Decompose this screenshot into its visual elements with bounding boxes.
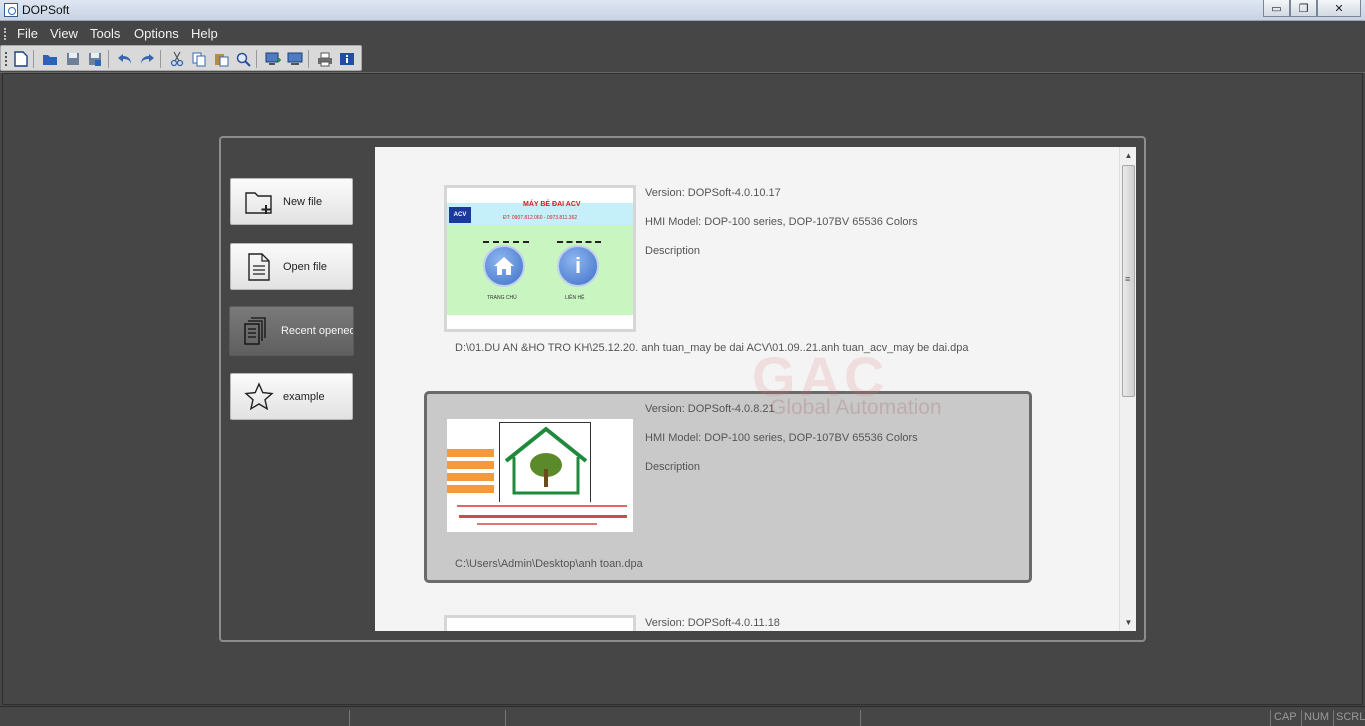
project-thumbnail[interactable] [444,615,636,631]
status-bar: CAP NUM SCRL [0,706,1365,726]
open-file-label: Open file [283,260,328,273]
example-button[interactable]: example [230,373,353,420]
project-thumbnail[interactable] [444,401,636,548]
menu-bar: File View Tools Options Help [0,22,1365,45]
close-icon: ✕ [1334,2,1344,15]
menu-tools[interactable]: Tools [90,26,120,41]
file-version: Version: DOPSoft-4.0.11.18 [645,617,780,629]
vertical-scrollbar[interactable]: ▲ ▼ [1119,147,1136,631]
open-file-button[interactable]: Open file [230,243,353,290]
scroll-up-arrow-icon[interactable]: ▲ [1120,147,1136,164]
paste-icon[interactable] [212,50,230,68]
window-controls: ▭ ❐ ✕ [1263,0,1361,17]
thumbnail-screen [447,419,633,532]
file-description: Description [645,461,701,473]
minimize-button[interactable]: ▭ [1263,0,1290,17]
scroll-down-arrow-icon[interactable]: ▼ [1120,614,1136,631]
new-file-label: New file [283,195,323,208]
undo-icon[interactable] [116,50,134,68]
thumbnail-title: MÁY BẺ ĐAI ACV [523,201,581,208]
toolbar-grip[interactable] [5,52,7,66]
copy-icon[interactable] [190,50,208,68]
scroll-lock-indicator: SCRL [1336,711,1365,723]
document-icon [244,252,274,282]
file-hmi-model: HMI Model: DOP-100 series, DOP-107BV 655… [645,432,918,444]
recent-opened-label: Recent opened [280,325,353,337]
file-hmi-model: HMI Model: DOP-100 series, DOP-107BV 655… [645,216,918,228]
recent-files-icon [243,316,272,346]
recent-files-panel: ACV MÁY BẺ ĐAI ACV ĐT: 0907.812.060 - 09… [375,147,1136,631]
menu-file[interactable]: File [17,26,38,41]
home-caption: TRANG CHỦ [487,295,517,301]
about-info-icon[interactable] [338,50,356,68]
project-thumbnail[interactable]: ACV MÁY BẺ ĐAI ACV ĐT: 0907.812.060 - 09… [444,185,636,332]
home-icon [483,245,525,287]
close-button[interactable]: ✕ [1317,0,1361,17]
maximize-button[interactable]: ❐ [1290,0,1317,17]
screen-manager-icon[interactable] [286,50,304,68]
menu-options[interactable]: Options [134,26,179,41]
menu-view[interactable]: View [50,26,78,41]
info-caption: LIÊN HỆ [565,295,585,301]
star-icon [244,381,274,412]
open-folder-icon[interactable] [41,50,59,68]
file-version: Version: DOPSoft-4.0.10.17 [645,187,781,199]
house-logo-icon [504,426,588,495]
new-file-icon[interactable] [12,50,30,68]
find-icon[interactable] [234,50,252,68]
app-icon [4,3,18,17]
new-file-button[interactable]: New file [230,178,353,225]
caps-lock-indicator: CAP [1274,711,1297,723]
screen-add-icon[interactable] [264,50,282,68]
save-icon[interactable] [64,50,82,68]
recent-opened-button[interactable]: Recent opened [229,306,354,356]
print-icon[interactable] [316,50,334,68]
window-title: DOPSoft [22,3,70,17]
file-path: D:\01.DU AN &HO TRO KH\25.12.20. anh tua… [455,342,969,354]
minimize-icon: ▭ [1271,2,1282,15]
num-lock-indicator: NUM [1304,711,1330,723]
redo-icon[interactable] [138,50,156,68]
menu-grip[interactable] [4,28,6,40]
file-description: Description [645,245,701,257]
save-as-icon[interactable] [86,50,104,68]
toolbar [0,45,362,71]
file-version: Version: DOPSoft-4.0.8.21 [645,403,775,415]
restore-icon: ❐ [1298,2,1309,15]
thumbnail-subtitle: ĐT: 0907.812.060 - 0973.811.362 [503,215,578,221]
cut-icon[interactable] [168,50,186,68]
thumbnail-screen: ACV MÁY BẺ ĐAI ACV ĐT: 0907.812.060 - 09… [447,201,633,315]
acv-logo: ACV [449,207,471,223]
title-bar: DOPSoft ▭ ❐ ✕ [0,0,1365,21]
menu-help[interactable]: Help [191,26,218,41]
new-folder-icon [244,187,274,217]
info-icon: i [557,245,599,287]
example-label: example [283,390,325,403]
file-path: C:\Users\Admin\Desktop\anh toan.dpa [455,558,643,570]
scroll-thumb[interactable] [1122,165,1135,397]
